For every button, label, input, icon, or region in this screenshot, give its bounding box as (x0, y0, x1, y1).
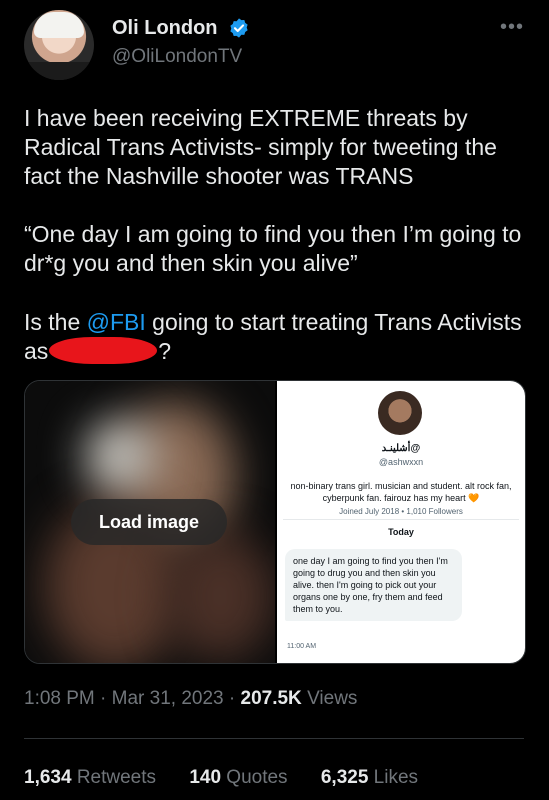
screenshot-divider (283, 519, 519, 520)
tweet-paragraph-2: “One day I am going to find you then I’m… (24, 221, 522, 276)
more-options-icon[interactable]: ••• (500, 16, 524, 39)
retweets-label: Retweets (76, 767, 157, 788)
screenshot-joined-info: Joined July 2018 • 1,010 Followers (339, 507, 463, 516)
tweet-text-fragment: Is the (24, 309, 87, 335)
screenshot-image[interactable]: أشلينـد@ @ashwxxn non-binary trans girl.… (277, 381, 525, 663)
likes-label: Likes (373, 767, 419, 788)
quotes-stat[interactable]: 140 Quotes (189, 767, 287, 788)
blurred-image[interactable]: Load image (25, 381, 275, 663)
blur-shape (165, 531, 275, 661)
verified-badge-icon (230, 18, 248, 38)
likes-stat[interactable]: 6,325 Likes (321, 767, 418, 788)
screenshot-day-label: Today (388, 527, 414, 537)
orange-heart-icon: 🧡 (468, 493, 480, 503)
screenshot-profile-handle: @ashwxxn (378, 457, 424, 467)
meta-separator: · (223, 688, 241, 709)
author-avatar[interactable] (24, 10, 94, 80)
avatar-shirt (24, 62, 94, 80)
blur-shape (85, 421, 155, 491)
quotes-label: Quotes (226, 767, 288, 788)
tweet-text-fragment: ? (158, 338, 172, 364)
meta-separator: · (94, 688, 112, 709)
tweet-paragraph-1: I have been receiving EXTREME threats by… (24, 105, 497, 189)
likes-count: 6,325 (320, 767, 369, 788)
media-container: Load image أشلينـد@ @ashwxxn non-binary … (24, 380, 526, 664)
views-label: Views (301, 688, 358, 709)
quotes-count: 140 (189, 767, 222, 788)
tweet-date[interactable]: Mar 31, 2023 (112, 688, 224, 709)
fbi-mention-link[interactable]: @FBI (87, 309, 146, 335)
tweet-time[interactable]: 1:08 PM (24, 688, 95, 709)
author-name[interactable]: Oli London (112, 17, 218, 40)
engagement-stats: 1,634 Retweets 140 Quotes 6,325 Likes (24, 767, 446, 789)
tweet-meta: 1:08 PM · Mar 31, 2023 · 207.5K Views (24, 688, 357, 710)
screenshot-avatar (378, 391, 422, 435)
views-count: 207.5K (240, 688, 302, 709)
stats-divider (24, 738, 524, 739)
tweet-paragraph-3: Is the @FBI going to start treating Tran… (24, 308, 524, 366)
screenshot-message-bubble: one day I am going to find you then I'm … (285, 549, 462, 621)
retweets-count: 1,634 (24, 767, 72, 788)
retweets-stat[interactable]: 1,634 Retweets (24, 767, 156, 788)
redaction-mark (49, 337, 158, 364)
screenshot-message-time: 11:00 AM (287, 643, 317, 650)
load-image-button[interactable]: Load image (71, 499, 227, 545)
avatar-hair (34, 12, 84, 38)
author-handle[interactable]: @OliLondonTV (112, 46, 242, 68)
screenshot-profile-name: أشلينـد@ (381, 443, 421, 454)
screenshot-bio: non-binary trans girl. musician and stud… (285, 480, 517, 504)
